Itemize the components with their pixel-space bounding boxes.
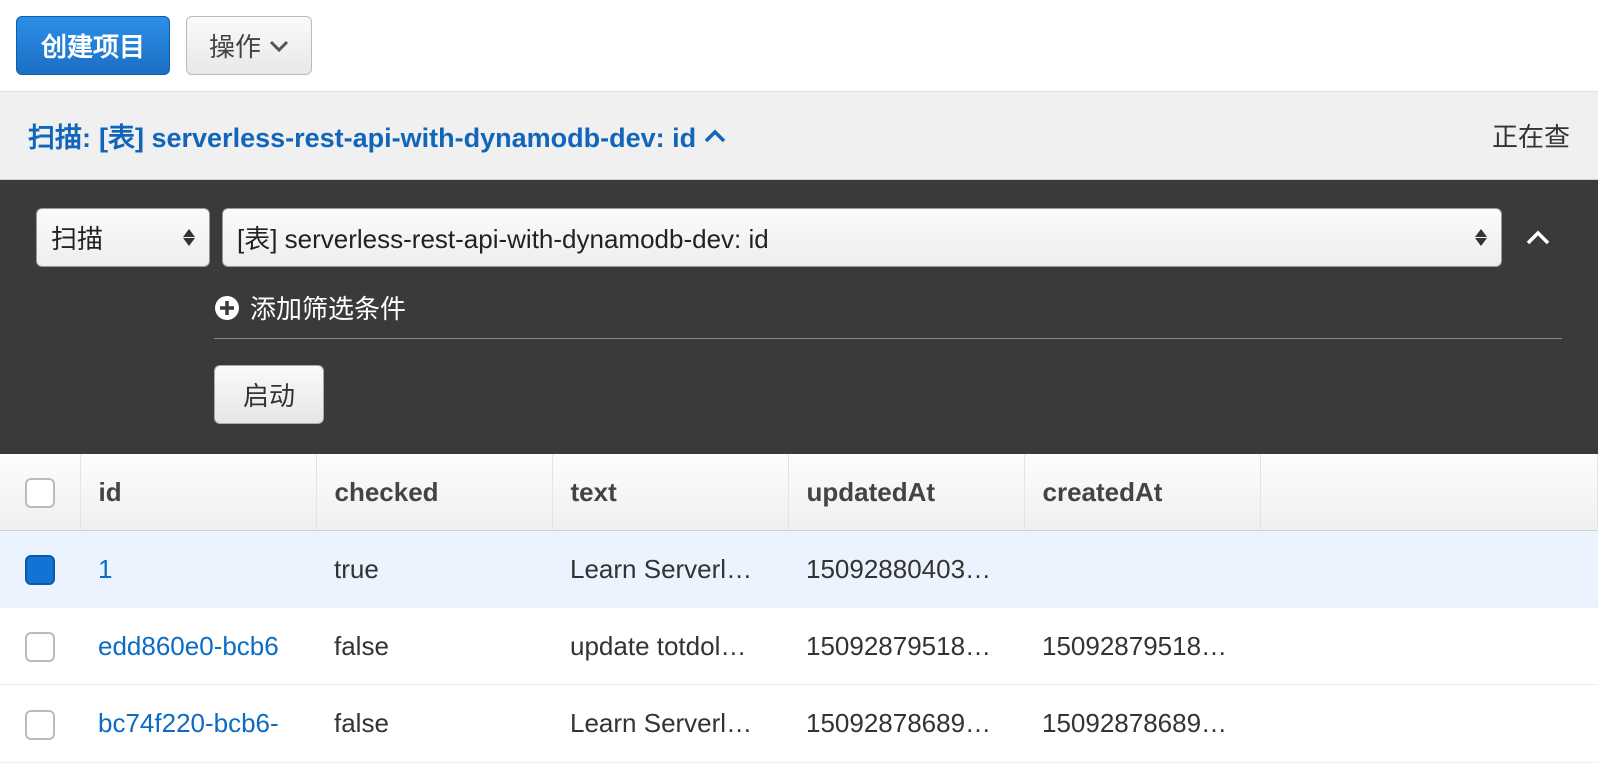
add-filter-label: 添加筛选条件 [250, 289, 406, 326]
collapse-panel-button[interactable] [1514, 224, 1562, 251]
cell-updatedAt: 15092879518… [788, 608, 1024, 685]
cell-text: Learn Serverl… [552, 531, 788, 608]
updown-icon [183, 229, 195, 246]
cell-updatedAt: 15092880403… [788, 531, 1024, 608]
header-checkbox-col [0, 454, 80, 531]
row-checkbox[interactable] [25, 710, 55, 740]
id-link[interactable]: bc74f220-bcb6- [98, 708, 279, 738]
id-link[interactable]: 1 [98, 554, 112, 584]
results-table: id checked text updatedAt createdAt 1 tru… [0, 454, 1598, 763]
cell-text: update totdol… [552, 608, 788, 685]
cell-text: Learn Serverl… [552, 685, 788, 762]
table-select-value: [表] serverless-rest-api-with-dynamodb-de… [237, 219, 769, 256]
scan-title-toggle[interactable]: 扫描: [表] serverless-rest-api-with-dynamod… [28, 116, 726, 155]
cell-id: bc74f220-bcb6- [80, 685, 316, 762]
cell-updatedAt: 15092878689… [788, 685, 1024, 762]
select-all-checkbox[interactable] [25, 478, 55, 508]
scan-header: 扫描: [表] serverless-rest-api-with-dynamod… [0, 91, 1598, 180]
actions-dropdown-button[interactable]: 操作 [186, 16, 312, 75]
row-checkbox[interactable] [25, 555, 55, 585]
header-updatedAt[interactable]: updatedAt [788, 454, 1024, 531]
cell-createdAt [1024, 531, 1260, 608]
status-text: 正在查 [1492, 117, 1570, 154]
cell-spacer [1260, 685, 1598, 762]
scan-title-prefix: 扫描: [28, 116, 91, 155]
table-row[interactable]: bc74f220-bcb6-falseLearn Serverl…1509287… [0, 685, 1598, 762]
row-checkbox-cell [0, 685, 80, 762]
scan-control-panel: 扫描 [表] serverless-rest-api-with-dynamodb… [0, 180, 1598, 454]
cell-checked: false [316, 608, 552, 685]
cell-checked: true [316, 531, 552, 608]
chevron-up-icon [704, 129, 726, 143]
cell-checked: false [316, 685, 552, 762]
table-select[interactable]: [表] serverless-rest-api-with-dynamodb-de… [222, 208, 1502, 267]
cell-spacer [1260, 608, 1598, 685]
row-checkbox-cell [0, 531, 80, 608]
chevron-down-icon [269, 40, 289, 52]
header-id[interactable]: id [80, 454, 316, 531]
actions-label: 操作 [209, 27, 261, 64]
add-filter-button[interactable]: 添加筛选条件 [214, 289, 1562, 326]
id-link[interactable]: edd860e0-bcb6 [98, 631, 279, 661]
cell-createdAt: 15092879518… [1024, 608, 1260, 685]
header-spacer [1260, 454, 1598, 531]
cell-spacer [1260, 531, 1598, 608]
updown-icon [1475, 229, 1487, 246]
row-checkbox[interactable] [25, 632, 55, 662]
cell-id: edd860e0-bcb6 [80, 608, 316, 685]
scan-type-select[interactable]: 扫描 [36, 208, 210, 267]
start-scan-button[interactable]: 启动 [214, 365, 324, 424]
create-item-button[interactable]: 创建项目 [16, 16, 170, 75]
header-text[interactable]: text [552, 454, 788, 531]
toolbar: 创建项目 操作 [0, 0, 1598, 91]
cell-id: 1 [80, 531, 316, 608]
header-checked[interactable]: checked [316, 454, 552, 531]
table-header-row: id checked text updatedAt createdAt [0, 454, 1598, 531]
plus-circle-icon [214, 295, 240, 321]
row-checkbox-cell [0, 608, 80, 685]
table-row[interactable]: 1 trueLearn Serverl…15092880403… [0, 531, 1598, 608]
divider [214, 338, 1562, 339]
cell-createdAt: 15092878689… [1024, 685, 1260, 762]
scan-type-value: 扫描 [51, 219, 103, 256]
header-createdAt[interactable]: createdAt [1024, 454, 1260, 531]
table-row[interactable]: edd860e0-bcb6falseupdate totdol…15092879… [0, 608, 1598, 685]
scan-title-detail: [表] serverless-rest-api-with-dynamodb-de… [99, 116, 696, 155]
